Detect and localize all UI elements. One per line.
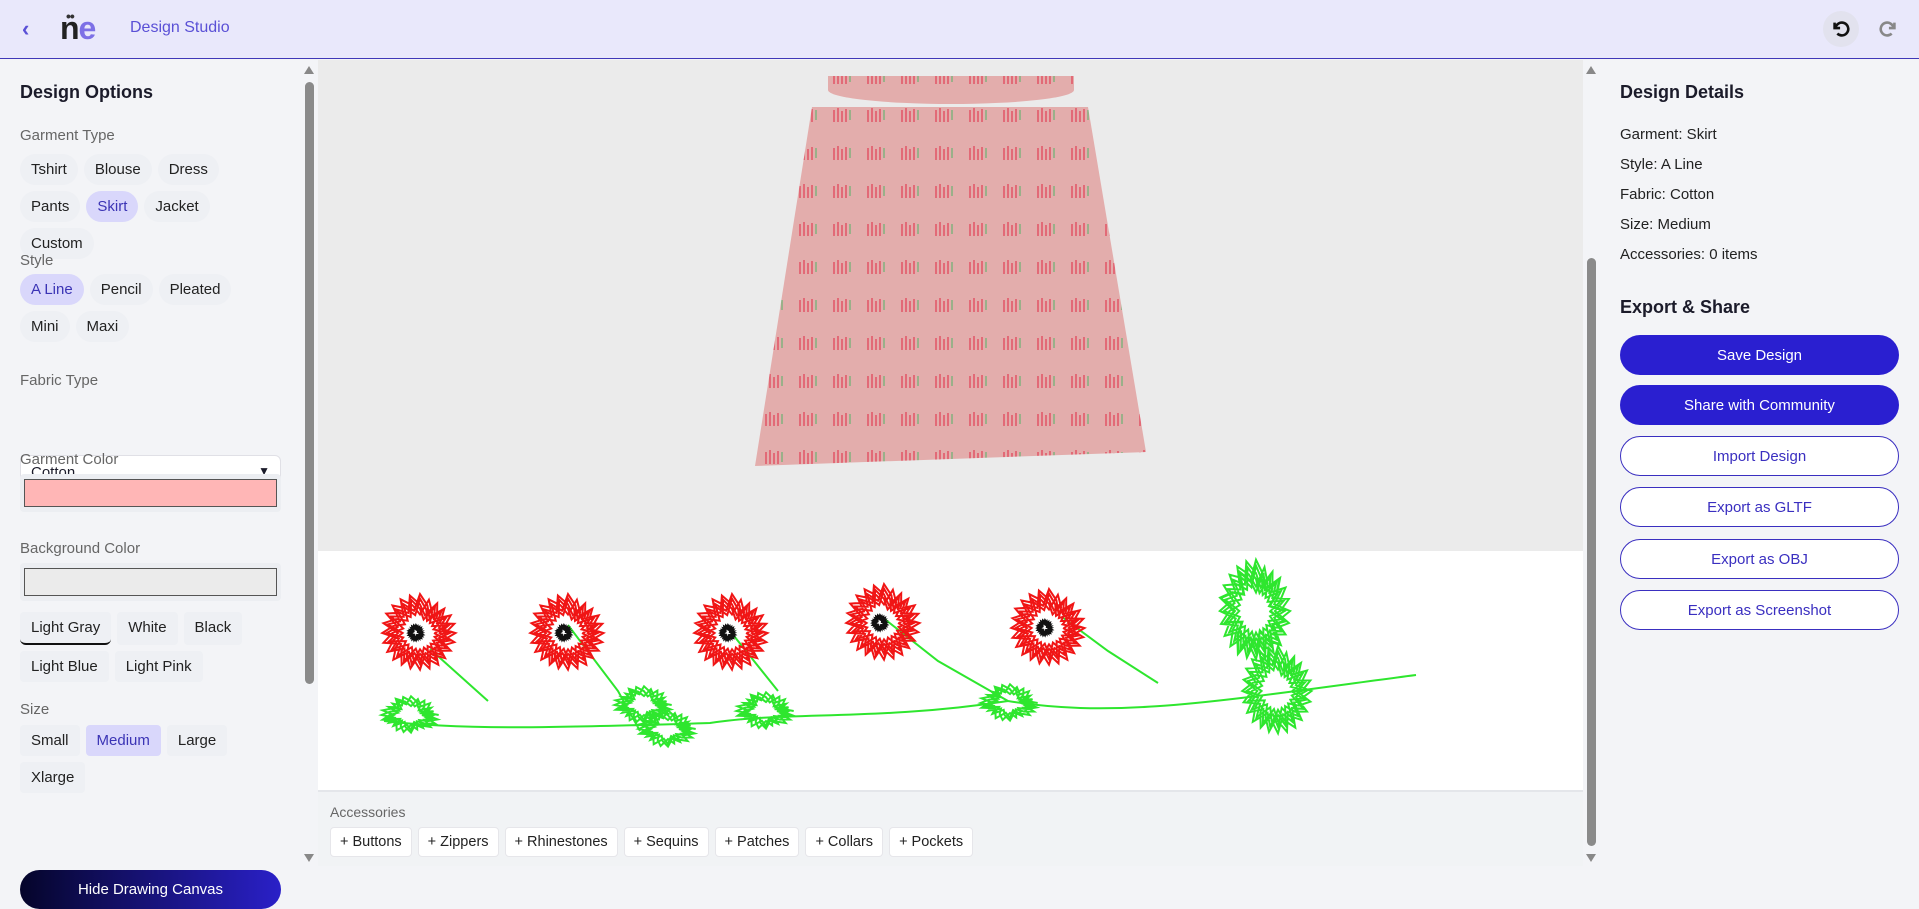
add-zippers-button[interactable]: + Zippers — [417, 827, 499, 857]
garment-color-label: Garment Color — [20, 451, 119, 468]
size-xlarge[interactable]: Xlarge — [20, 762, 86, 793]
accessories-label: Accessories — [330, 804, 406, 820]
bg-light-blue[interactable]: Light Blue — [20, 651, 109, 682]
skirt-model — [755, 76, 1146, 466]
style-a-line[interactable]: A Line — [20, 274, 84, 305]
detail-size: Size: Medium — [1620, 216, 1711, 233]
detail-style: Style: A Line — [1620, 156, 1703, 173]
background-color-swatch — [24, 568, 277, 596]
rose-center-stroke — [406, 622, 426, 643]
bg-white[interactable]: White — [117, 612, 178, 645]
export-obj-button[interactable]: Export as OBJ — [1620, 539, 1899, 579]
background-color-picker[interactable] — [20, 563, 281, 601]
3d-preview[interactable] — [318, 60, 1583, 551]
accessories-bar: Accessories + Buttons + Zippers + Rhines… — [318, 790, 1583, 866]
add-pockets-button[interactable]: + Pockets — [889, 827, 974, 857]
butterfly-stroke — [1218, 556, 1293, 663]
top-bar: ‹ •• ne Design Studio — [0, 0, 1919, 59]
scroll-down-icon[interactable] — [1586, 854, 1596, 862]
style-pencil[interactable]: Pencil — [89, 274, 153, 305]
background-color-label: Background Color — [20, 540, 141, 557]
garment-skirt[interactable]: Skirt — [86, 191, 139, 222]
app-title: Design Studio — [130, 19, 230, 36]
scroll-up-icon[interactable] — [1586, 66, 1596, 74]
design-details-panel: Design Details Garment: Skirt Style: A L… — [1600, 60, 1919, 866]
garment-pants[interactable]: Pants — [20, 191, 81, 222]
import-design-button[interactable]: Import Design — [1620, 436, 1899, 476]
add-patches-button[interactable]: + Patches — [714, 827, 800, 857]
size-small[interactable]: Small — [20, 725, 80, 756]
size-large[interactable]: Large — [166, 725, 228, 756]
skirt-body — [755, 107, 1146, 466]
detail-accessories: Accessories: 0 items — [1620, 246, 1758, 263]
fabric-type-label: Fabric Type — [20, 372, 99, 389]
garment-color-swatch — [24, 479, 277, 507]
redo-icon — [1879, 21, 1896, 37]
scroll-thumb[interactable] — [1587, 258, 1596, 846]
leaf-stroke — [378, 694, 442, 735]
drawing-canvas[interactable] — [318, 551, 1583, 790]
share-community-button[interactable]: Share with Community — [1620, 385, 1899, 425]
add-buttons-button[interactable]: + Buttons — [330, 827, 412, 857]
export-gltf-button[interactable]: Export as GLTF — [1620, 487, 1899, 527]
bg-light-pink[interactable]: Light Pink — [114, 651, 203, 682]
rose-center-stroke — [554, 622, 574, 643]
undo-button[interactable] — [1823, 11, 1859, 47]
size-label: Size — [20, 701, 50, 718]
garment-type-label: Garment Type — [20, 127, 115, 144]
background-presets: Light Gray White Black Light Blue Light … — [20, 612, 282, 682]
bg-black[interactable]: Black — [183, 612, 243, 645]
export-heading: Export & Share — [1620, 297, 1751, 317]
style-options: A Line Pencil Pleated Mini Maxi — [20, 274, 282, 342]
add-rhinestones-button[interactable]: + Rhinestones — [504, 827, 618, 857]
center-scrollbar[interactable] — [1583, 60, 1600, 866]
style-mini[interactable]: Mini — [20, 311, 70, 342]
scroll-up-icon[interactable] — [304, 66, 314, 74]
export-screenshot-button[interactable]: Export as Screenshot — [1620, 590, 1899, 630]
design-options-panel: Design Options Garment Type Tshirt Blous… — [0, 60, 301, 909]
garment-color-picker[interactable] — [20, 474, 281, 512]
scroll-down-icon[interactable] — [304, 854, 314, 862]
back-icon[interactable]: ‹ — [22, 16, 29, 42]
redo-button[interactable] — [1870, 11, 1906, 47]
left-scrollbar[interactable] — [301, 60, 318, 866]
garment-type-options: Tshirt Blouse Dress Pants Skirt Jacket C… — [20, 154, 282, 259]
style-label: Style — [20, 252, 54, 269]
leaf-stroke — [733, 690, 797, 731]
size-options: Small Medium Large Xlarge — [20, 725, 282, 793]
detail-garment: Garment: Skirt — [1620, 126, 1717, 143]
garment-dress[interactable]: Dress — [157, 154, 219, 185]
undo-icon — [1833, 21, 1850, 37]
scroll-thumb[interactable] — [305, 82, 314, 684]
details-heading: Design Details — [1620, 82, 1745, 102]
detail-fabric: Fabric: Cotton — [1620, 186, 1715, 203]
save-design-button[interactable]: Save Design — [1620, 335, 1899, 375]
rose-center-stroke — [1035, 617, 1055, 638]
rose-center-stroke — [718, 622, 738, 643]
logo: •• ne — [60, 8, 96, 46]
garment-blouse[interactable]: Blouse — [83, 154, 152, 185]
drawing-strokes — [378, 556, 1417, 749]
add-sequins-button[interactable]: + Sequins — [623, 827, 709, 857]
bg-light-gray[interactable]: Light Gray — [20, 612, 112, 645]
style-pleated[interactable]: Pleated — [158, 274, 232, 305]
size-medium[interactable]: Medium — [85, 725, 161, 756]
style-maxi[interactable]: Maxi — [75, 311, 130, 342]
rose-center-stroke — [870, 612, 890, 633]
add-collars-button[interactable]: + Collars — [805, 827, 884, 857]
garment-tshirt[interactable]: Tshirt — [20, 154, 78, 185]
panel-heading: Design Options — [20, 82, 154, 102]
butterfly-stroke — [1240, 643, 1314, 737]
hide-drawing-canvas-button[interactable]: Hide Drawing Canvas — [20, 870, 281, 909]
garment-jacket[interactable]: Jacket — [144, 191, 210, 222]
